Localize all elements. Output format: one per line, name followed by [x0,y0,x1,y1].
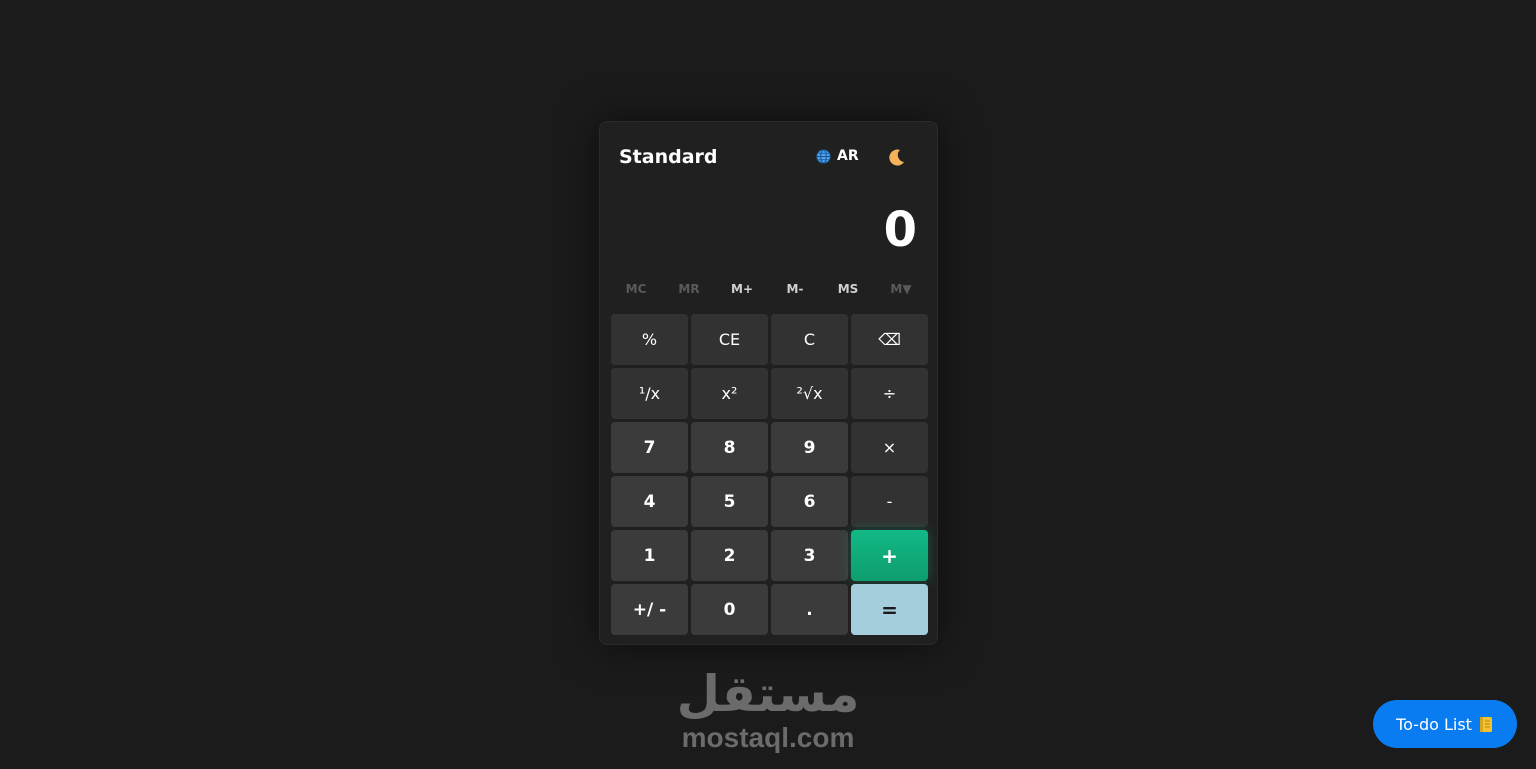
moon-icon[interactable] [886,146,908,168]
digit-9-button[interactable]: 9 [771,422,848,473]
mostaql-watermark: مستقل mostaql.com [668,665,868,753]
calculator-header: Standard AR [600,122,937,192]
digit-0-button[interactable]: 0 [691,584,768,635]
digit-2-button[interactable]: 2 [691,530,768,581]
square-button[interactable]: x² [691,368,768,419]
memory-subtract-button[interactable]: M- [770,282,820,302]
digit-5-button[interactable]: 5 [691,476,768,527]
result-display: 0 [883,202,917,258]
digit-4-button[interactable]: 4 [611,476,688,527]
todo-list-button[interactable]: To-do List [1373,700,1517,748]
multiply-button[interactable]: × [851,422,928,473]
digit-6-button[interactable]: 6 [771,476,848,527]
memory-bar: MC MR M+ M- MS M▼ [611,282,926,302]
globe-icon [816,148,831,164]
add-button[interactable]: + [851,530,928,581]
mode-title: Standard [619,146,718,168]
decimal-button[interactable]: . [771,584,848,635]
reciprocal-button[interactable]: ¹/x [611,368,688,419]
language-toggle[interactable]: AR [816,148,859,164]
backspace-button[interactable]: ⌫ [851,314,928,365]
subtract-button[interactable]: - [851,476,928,527]
page: Standard AR 0 MC MR M+ M- MS M▼ % CE C ⌫… [0,0,1536,769]
equals-button[interactable]: = [851,584,928,635]
todo-list-label: To-do List [1396,714,1472,734]
divide-button[interactable]: ÷ [851,368,928,419]
language-label: AR [837,148,859,164]
digit-7-button[interactable]: 7 [611,422,688,473]
digit-1-button[interactable]: 1 [611,530,688,581]
square-root-button[interactable]: ²√x [771,368,848,419]
negate-button[interactable]: +/ - [611,584,688,635]
notebook-icon [1479,716,1492,732]
memory-clear-button[interactable]: MC [611,282,661,302]
digit-8-button[interactable]: 8 [691,422,768,473]
watermark-arabic-text: مستقل [676,665,860,723]
clear-entry-button[interactable]: CE [691,314,768,365]
memory-recall-button[interactable]: MR [664,282,714,302]
calculator-window: Standard AR 0 MC MR M+ M- MS M▼ % CE C ⌫… [599,121,938,645]
clear-button[interactable]: C [771,314,848,365]
watermark-latin-text: mostaql.com [681,722,855,753]
memory-add-button[interactable]: M+ [717,282,767,302]
percent-button[interactable]: % [611,314,688,365]
memory-list-button[interactable]: M▼ [876,282,926,302]
keypad: % CE C ⌫ ¹/x x² ²√x ÷ 7 8 9 × 4 5 6 - 1 … [611,314,928,635]
digit-3-button[interactable]: 3 [771,530,848,581]
memory-store-button[interactable]: MS [823,282,873,302]
